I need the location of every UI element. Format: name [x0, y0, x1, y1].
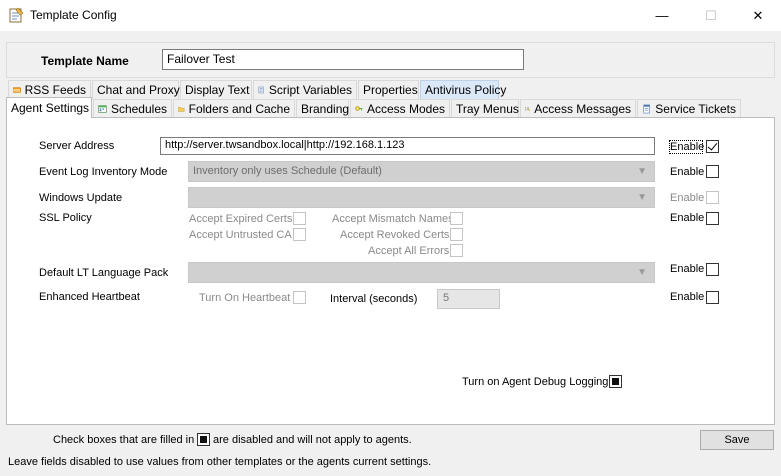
tab-label: Branding — [301, 102, 350, 116]
interval-label: Interval (seconds) — [330, 293, 418, 305]
ticket-icon — [643, 104, 650, 114]
tab-label: Agent Settings — [11, 101, 90, 115]
tab-chat-and-proxy[interactable]: Chat and Proxy — [92, 80, 180, 99]
legend-filled-checkbox — [197, 433, 210, 446]
tab-label: Antivirus Policy — [425, 83, 507, 97]
tab-schedules[interactable]: Schedules — [93, 99, 172, 118]
ssl-policy-enable-checkbox[interactable] — [706, 212, 719, 225]
rss-icon: RSS — [13, 87, 21, 93]
template-name-label: Template Name — [41, 54, 129, 68]
windows-update-select[interactable]: ▼ — [188, 187, 655, 208]
chevron-down-icon: ▼ — [637, 166, 647, 177]
tab-display-text[interactable]: Display Text — [180, 80, 252, 99]
status-bar-text: Leave fields disabled to use values from… — [8, 456, 432, 468]
interval-input[interactable]: 5 — [437, 289, 500, 309]
tab-folders-and-cache[interactable]: Folders and Cache — [173, 99, 295, 118]
chevron-down-icon: ▼ — [637, 267, 647, 278]
folder-icon — [178, 107, 185, 112]
heartbeat-label: Enhanced Heartbeat — [39, 291, 140, 303]
tab-label: Access Modes — [366, 102, 445, 116]
tab-branding[interactable]: Branding — [296, 99, 349, 118]
tab-access-modes[interactable]: Access Modes — [350, 99, 450, 118]
tab-label: Chat and Proxy — [97, 83, 180, 97]
app-icon — [9, 7, 24, 23]
save-button[interactable]: Save — [700, 430, 774, 450]
server-address-enable-label: Enable — [669, 140, 705, 154]
minimize-button[interactable]: — — [639, 0, 685, 31]
ssl-policy-label: SSL Policy — [39, 212, 92, 224]
svg-text:RSS: RSS — [13, 88, 20, 92]
message-icon — [525, 107, 531, 112]
server-address-enable-checkbox[interactable] — [706, 140, 719, 153]
event-log-label: Event Log Inventory Mode — [39, 166, 168, 178]
accept-untrusted-label: Accept Untrusted CA — [189, 229, 292, 241]
event-log-value: Inventory only uses Schedule (Default) — [193, 165, 382, 177]
tab-label: Folders and Cache — [188, 102, 290, 116]
accept-mismatch-label: Accept Mismatch Names — [332, 213, 454, 225]
language-pack-label: Default LT Language Pack — [39, 267, 169, 279]
legend-text-before: Check boxes that are filled in — [53, 434, 195, 446]
language-pack-enable-label: Enable — [670, 263, 705, 275]
tab-service-tickets[interactable]: Service Tickets — [637, 99, 741, 118]
accept-expired-label: Accept Expired Certs — [189, 213, 293, 225]
accept-revoked-label: Accept Revoked Certs — [340, 229, 450, 241]
heartbeat-enable-label: Enable — [670, 291, 705, 303]
windows-update-label: Windows Update — [39, 192, 123, 204]
windows-update-enable-checkbox[interactable] — [706, 191, 719, 204]
heartbeat-enable-checkbox[interactable] — [706, 291, 719, 304]
tab-tray-menus[interactable]: Tray Menus — [451, 99, 519, 118]
window-title: Template Config — [30, 8, 117, 22]
accept-mismatch-checkbox[interactable] — [450, 212, 463, 225]
server-address-input[interactable]: http://server.twsandbox.local|http://192… — [160, 137, 655, 155]
accept-all-checkbox[interactable] — [450, 244, 463, 257]
ssl-policy-enable-label: Enable — [670, 212, 705, 224]
tab-label: Service Tickets — [655, 102, 736, 116]
accept-untrusted-checkbox[interactable] — [293, 228, 306, 241]
tab-label: Properties — [363, 83, 418, 97]
close-button[interactable]: ✕ — [735, 0, 781, 31]
access-modes-icon — [355, 106, 363, 111]
accept-expired-checkbox[interactable] — [293, 212, 306, 225]
turn-on-heartbeat-label: Turn On Heartbeat — [199, 292, 291, 304]
tab-script-variables[interactable]: Script Variables — [253, 80, 357, 99]
windows-update-enable-label: Enable — [670, 192, 705, 204]
tab-properties[interactable]: Properties — [358, 80, 419, 99]
tab-agent-settings[interactable]: Agent Settings — [6, 97, 92, 118]
tab-label: Script Variables — [268, 83, 352, 97]
accept-revoked-checkbox[interactable] — [450, 228, 463, 241]
template-name-input[interactable]: Failover Test — [162, 49, 524, 70]
maximize-button[interactable]: ☐ — [688, 0, 734, 31]
script-icon — [258, 86, 264, 94]
tab-antivirus-policy[interactable]: Antivirus Policy — [420, 80, 506, 99]
language-pack-enable-checkbox[interactable] — [706, 263, 719, 276]
chevron-down-icon: ▼ — [637, 192, 647, 203]
accept-all-label: Accept All Errors — [368, 245, 450, 257]
tab-label: Tray Menus — [456, 102, 519, 116]
turn-on-heartbeat-checkbox[interactable] — [293, 291, 306, 304]
language-pack-select[interactable]: ▼ — [188, 262, 655, 283]
tab-access-messages[interactable]: Access Messages — [520, 99, 636, 118]
debug-logging-checkbox[interactable] — [609, 375, 622, 388]
tab-label: Access Messages — [534, 102, 631, 116]
legend-text-after: are disabled and will not apply to agent… — [213, 434, 412, 446]
event-log-enable-label: Enable — [670, 166, 705, 178]
event-log-enable-checkbox[interactable] — [706, 165, 719, 178]
tab-label: RSS Feeds — [24, 83, 86, 97]
schedule-icon — [98, 105, 107, 113]
debug-logging-label: Turn on Agent Debug Logging — [462, 376, 609, 388]
tab-label: Display Text — [185, 83, 250, 97]
tab-label: Schedules — [110, 102, 167, 116]
event-log-select[interactable]: Inventory only uses Schedule (Default) ▼ — [188, 161, 655, 182]
server-address-label: Server Address — [39, 140, 115, 152]
